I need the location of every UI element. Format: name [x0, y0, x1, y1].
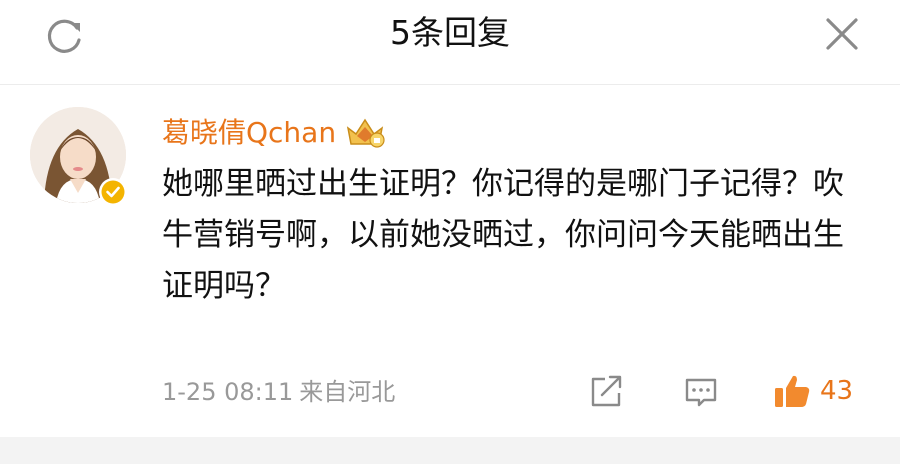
like-button[interactable]: 43	[772, 371, 872, 411]
username[interactable]: 葛晓倩Qchan	[162, 113, 336, 153]
comment-icon[interactable]	[682, 371, 720, 411]
share-icon[interactable]	[588, 371, 624, 411]
comment-text: 她哪里晒过出生证明？你记得的是哪门子记得？吹牛营销号啊，以前她没晒过，你问问今天…	[162, 166, 844, 304]
bottom-divider	[0, 437, 900, 464]
avatar[interactable]	[30, 107, 127, 206]
like-count: 43	[820, 376, 854, 406]
thumbs-up-icon	[775, 375, 810, 407]
dialog-title: 5条回复	[390, 13, 510, 52]
comment-source: 来自河北	[299, 378, 396, 406]
username-row: 葛晓倩Qchan	[162, 113, 386, 153]
comment-date: 1-25 08:11	[162, 378, 294, 406]
verified-badge-icon	[99, 178, 127, 206]
crown-member-icon[interactable]	[344, 116, 386, 150]
dialog-header: 5条回复	[0, 0, 900, 85]
comment-item: 葛晓倩Qchan 她哪里晒过出生证明？你记得的是哪门子记得？吹牛营销号啊，以前她…	[0, 85, 900, 437]
close-icon[interactable]	[820, 12, 864, 56]
comment-meta: 1-25 08:11 来自河北	[162, 375, 395, 409]
